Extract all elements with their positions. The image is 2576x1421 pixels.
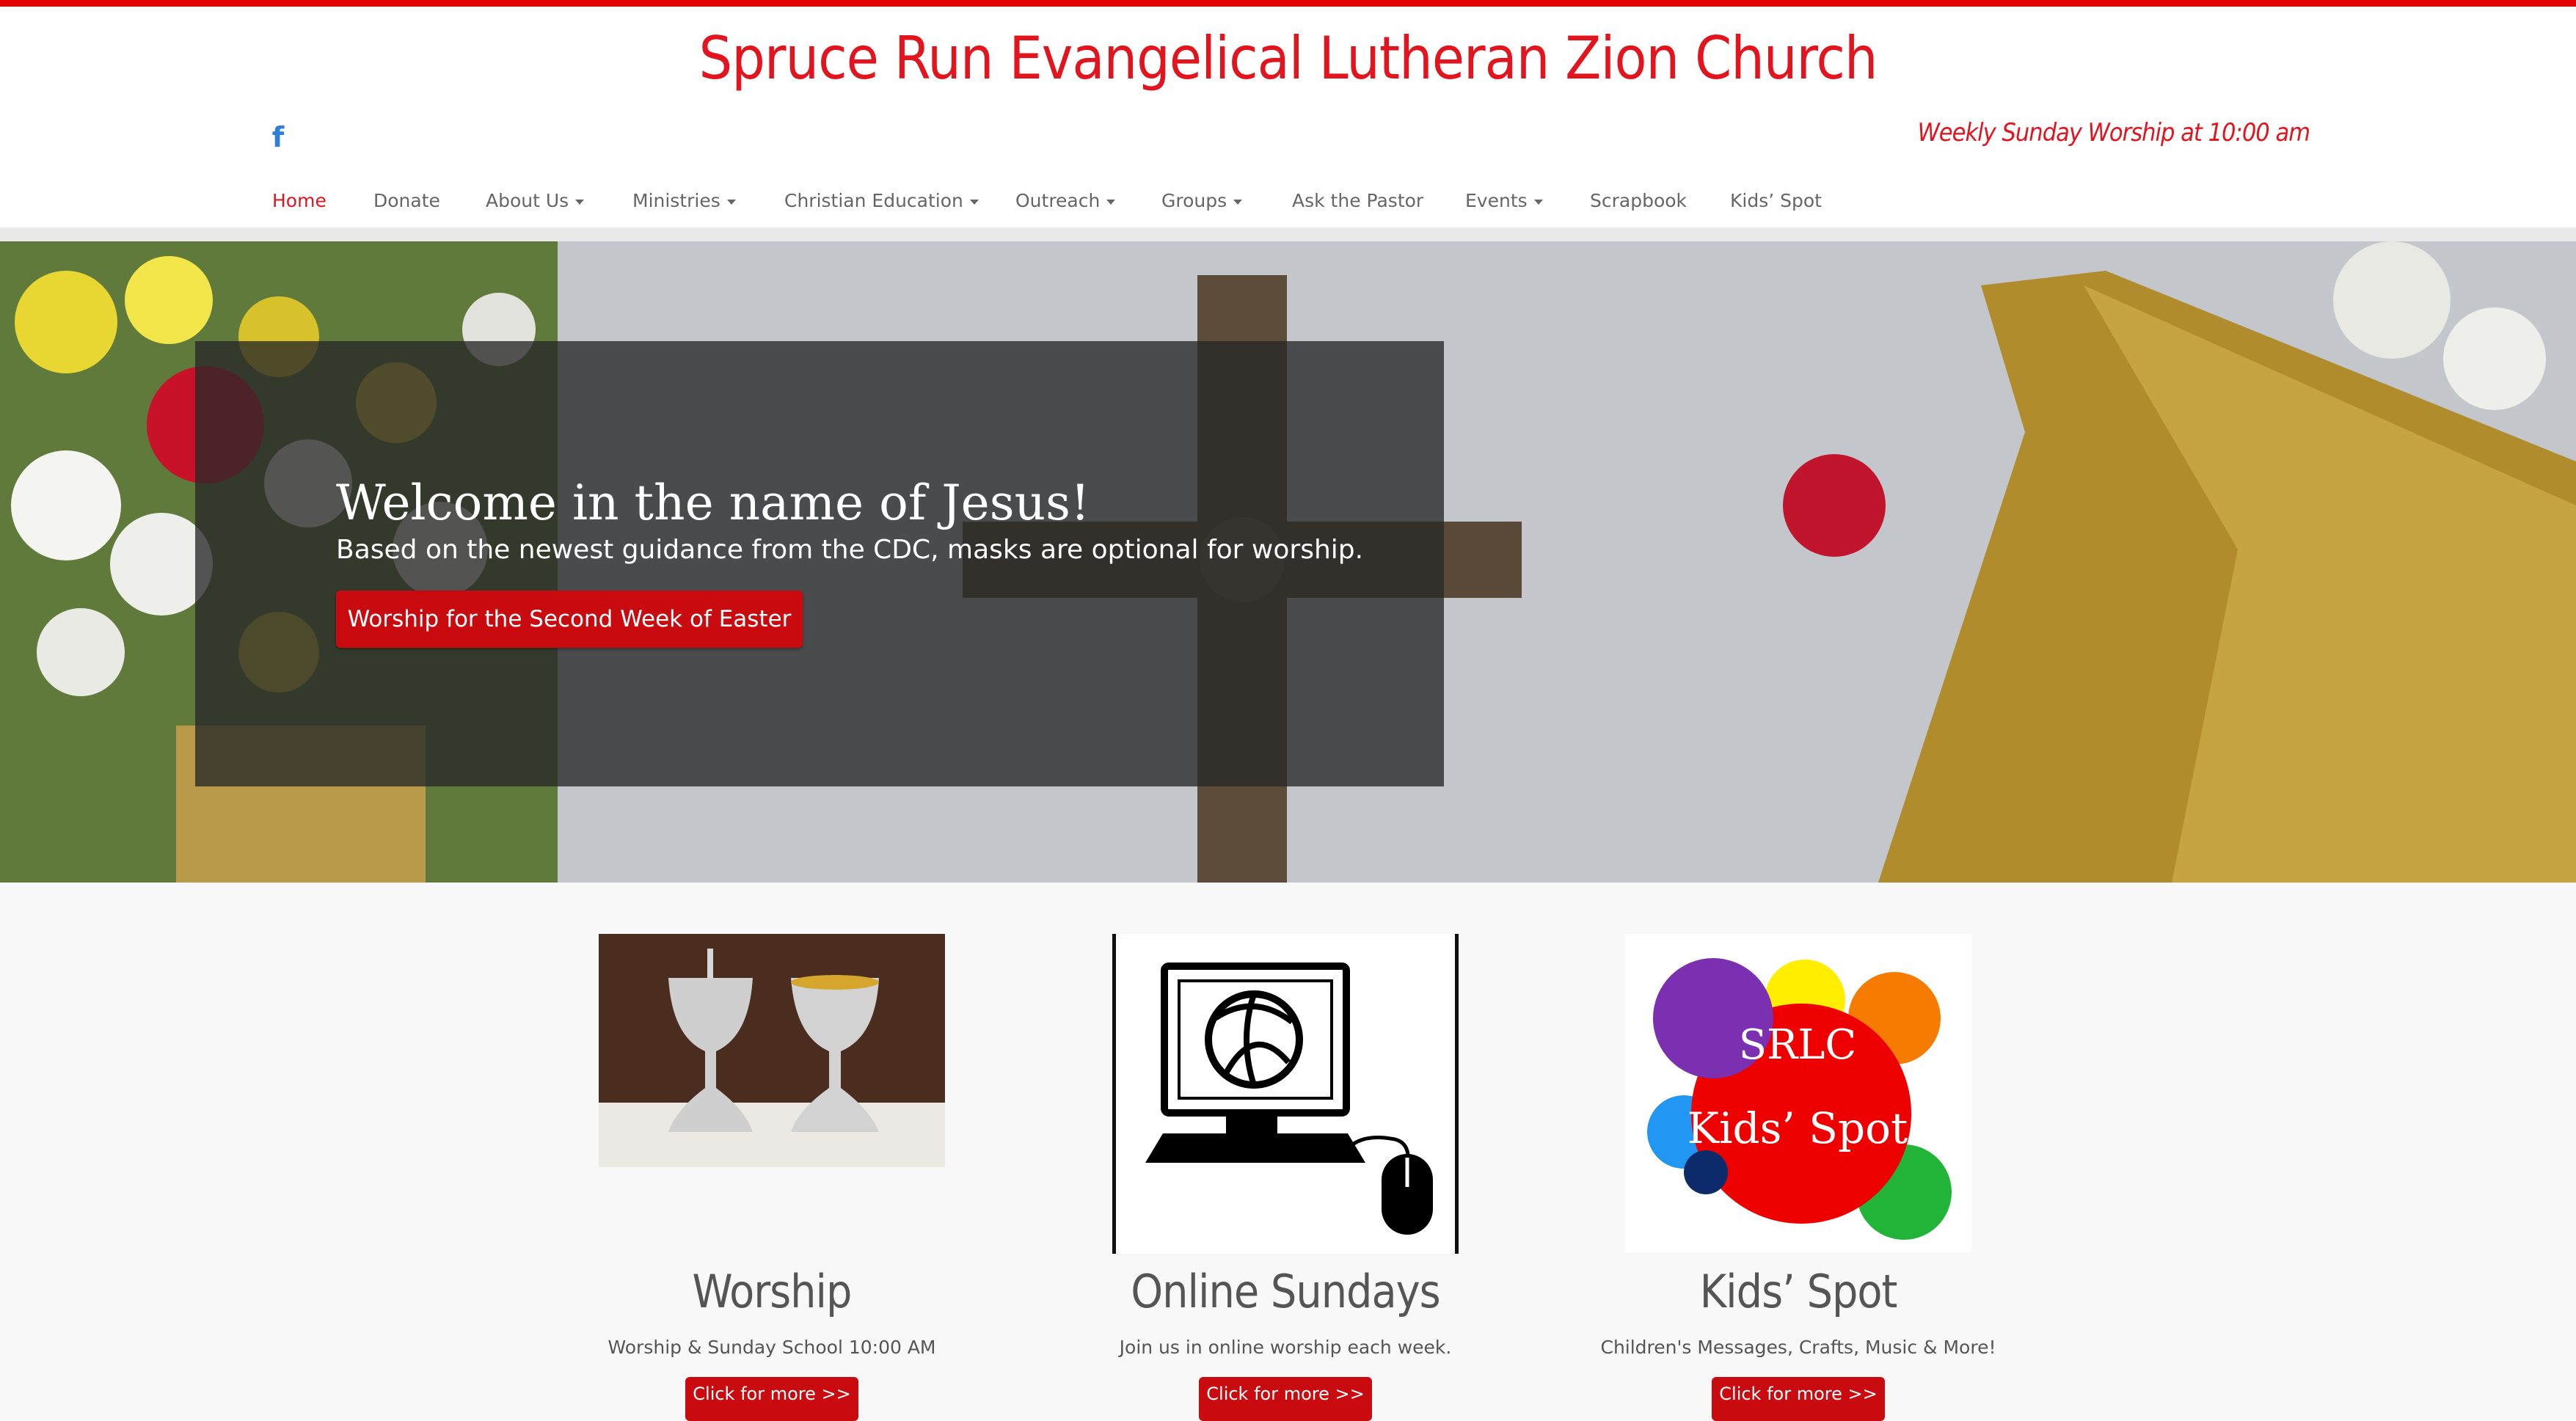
- worship-more-button[interactable]: Click for more >>: [685, 1377, 858, 1421]
- nav-item-christian-education[interactable]: Christian Education: [784, 183, 979, 219]
- logo-text-srlc: SRLC: [1739, 1021, 1857, 1069]
- nav-item-events[interactable]: Events: [1465, 183, 1543, 219]
- chevron-down-icon: [969, 199, 979, 205]
- header-divider: [0, 227, 2576, 241]
- worship-time-tagline: Weekly Sunday Worship at 10:00 am: [1917, 118, 2310, 147]
- feature-title-kids-spot: Kids’ Spot: [1699, 1265, 1898, 1318]
- nav-item-home[interactable]: Home: [272, 183, 326, 219]
- nav-item-ministries[interactable]: Ministries: [632, 183, 736, 219]
- nav-item-about-us[interactable]: About Us: [486, 183, 585, 219]
- hero-banner: Welcome in the name of Jesus! Based on t…: [0, 241, 2576, 883]
- site-title[interactable]: Spruce Run Evangelical Lutheran Zion Chu…: [0, 26, 2576, 92]
- site-header: Spruce Run Evangelical Lutheran Zion Chu…: [0, 7, 2576, 227]
- chevron-down-icon: [1233, 199, 1243, 205]
- nav-item-groups[interactable]: Groups: [1161, 183, 1243, 219]
- chevron-down-icon: [1533, 199, 1543, 205]
- hero-heading: Welcome in the name of Jesus!: [336, 475, 1090, 531]
- chevron-down-icon: [1106, 199, 1116, 205]
- feature-text-online-sundays: Join us in online worship each week.: [1119, 1337, 1452, 1358]
- top-accent-bar: [0, 0, 2576, 7]
- hero-subtext: Based on the newest guidance from the CD…: [336, 535, 1364, 565]
- feature-title-online-sundays: Online Sundays: [1131, 1265, 1440, 1318]
- feature-text-worship: Worship & Sunday School 10:00 AM: [607, 1337, 936, 1358]
- chevron-down-icon: [726, 199, 736, 205]
- computer-mouse-icon[interactable]: [1112, 934, 1459, 1254]
- kids-spot-logo[interactable]: SRLC Kids’ Spot: [1625, 934, 1971, 1252]
- nav-item-kids-spot[interactable]: Kids’ Spot: [1730, 183, 1822, 219]
- chevron-down-icon: [575, 199, 585, 205]
- hero-overlay-panel: Welcome in the name of Jesus! Based on t…: [195, 341, 1444, 786]
- nav-item-scrapbook[interactable]: Scrapbook: [1590, 183, 1687, 219]
- facebook-icon[interactable]: f: [267, 123, 289, 152]
- feature-text-kids-spot: Children's Messages, Crafts, Music & Mor…: [1600, 1337, 1996, 1358]
- logo-text-kids-spot: Kids’ Spot: [1687, 1103, 1908, 1153]
- worship-week-button[interactable]: Worship for the Second Week of Easter: [336, 591, 803, 648]
- chalice-photo[interactable]: [599, 934, 945, 1167]
- feature-title-worship: Worship: [692, 1265, 853, 1318]
- main-nav: Home Donate About Us Ministries Christia…: [0, 183, 2576, 219]
- nav-item-donate[interactable]: Donate: [373, 183, 440, 219]
- online-sundays-more-button[interactable]: Click for more >>: [1199, 1377, 1372, 1421]
- nav-item-ask-the-pastor[interactable]: Ask the Pastor: [1292, 183, 1423, 219]
- nav-item-outreach[interactable]: Outreach: [1015, 183, 1116, 219]
- kids-spot-more-button[interactable]: Click for more >>: [1712, 1377, 1885, 1421]
